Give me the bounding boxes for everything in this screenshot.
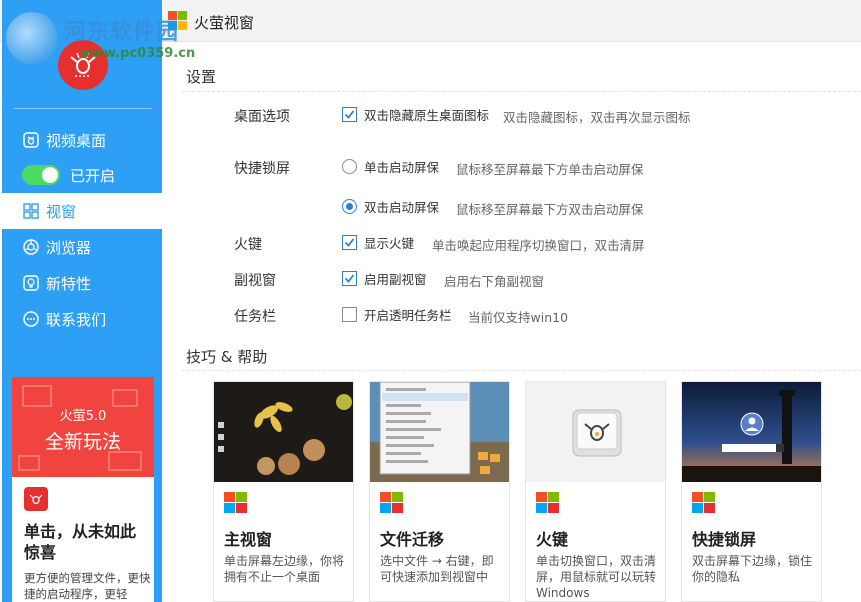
windows-logo-icon (692, 492, 718, 516)
sub-window-hint: 启用右下角副视窗 (444, 274, 545, 289)
window-title: 火萤视窗 (194, 14, 255, 32)
sidebar-item-video-desktop[interactable]: 视频桌面 (2, 122, 162, 158)
option-label: 双击启动屏保 (364, 200, 440, 215)
card-description: 选中文件 → 右键，即可快速添加到视窗中 (380, 554, 494, 584)
taskbar-hint: 当前仅支持win10 (468, 310, 569, 325)
card-description: 单击切换窗口，双击清屏，用鼠标就可以玩转Windows (536, 554, 657, 600)
grid-icon (22, 202, 40, 220)
double-click-hint: 鼠标移至屏幕最下方双击启动屏保 (456, 202, 644, 217)
toggle-status-label: 已开启 (70, 167, 116, 185)
taskbar-label: 任务栏 (234, 309, 276, 325)
app-window: 河东软件园 www.pc0359.cn 火萤视窗 视频桌面 已开启 视窗 浏览器… (0, 0, 861, 602)
single-click-screensaver-option[interactable]: 单击启动屏保 (342, 157, 439, 176)
card-title: 文件迁移 (380, 530, 445, 549)
card-title: 火键 (536, 530, 569, 549)
settings-heading: 设置 (186, 68, 217, 86)
windows-logo-icon (380, 492, 406, 516)
video-desktop-toggle[interactable] (22, 165, 60, 185)
settings-divider (182, 91, 861, 92)
hotkey-label: 火键 (234, 237, 262, 253)
promo-card[interactable]: 火萤5.0 全新玩法 单击，从未如此惊喜 更方便的管理文件，更快捷的启动程序，更… (12, 377, 154, 602)
quick-lock-label: 快捷锁屏 (234, 161, 290, 177)
help-card-hotkey[interactable]: 火键 单击切换窗口，双击清屏，用鼠标就可以玩转Windows (525, 381, 666, 602)
single-click-hint: 鼠标移至屏幕最下方单击启动屏保 (456, 162, 644, 177)
card-description: 双击屏幕下边缘，锁住你的隐私 (692, 554, 813, 584)
sidebar-item-label: 浏览器 (46, 238, 92, 257)
windows-logo-icon (168, 11, 188, 31)
promo-logo-icon (24, 487, 48, 511)
main-window-thumbnail (214, 382, 353, 482)
sidebar: 视频桌面 已开启 视窗 浏览器 新特性 联系我们 火萤5.0 全新玩法 单击，从… (2, 0, 162, 602)
app-logo-icon (58, 40, 108, 90)
card-description: 单击屏幕左边缘，你将拥有不止一个桌面 (224, 554, 345, 584)
promo-banner-line2: 全新玩法 (44, 431, 121, 453)
help-card-quick-lock[interactable]: 快捷锁屏 双击屏幕下边缘，锁住你的隐私 (681, 381, 822, 602)
hide-desktop-icons-option[interactable]: 双击隐藏原生桌面图标 (342, 105, 489, 124)
single-click-screensaver-radio[interactable] (342, 159, 357, 174)
sub-window-label: 副视窗 (234, 273, 276, 289)
option-label: 显示火键 (364, 236, 415, 251)
show-hotkey-checkbox[interactable] (342, 235, 357, 250)
hotkey-thumbnail (526, 382, 665, 482)
hide-desktop-icons-checkbox[interactable] (342, 107, 357, 122)
double-click-screensaver-radio[interactable] (342, 199, 357, 214)
help-divider (182, 370, 861, 371)
windows-logo-icon (224, 492, 250, 516)
card-title: 主视窗 (224, 530, 273, 549)
transparent-taskbar-checkbox[interactable] (342, 307, 357, 322)
chat-icon (22, 310, 40, 328)
option-label: 双击隐藏原生桌面图标 (364, 108, 490, 123)
sidebar-divider (14, 108, 152, 109)
option-label: 启用副视窗 (364, 272, 427, 287)
lightbulb-icon (22, 274, 40, 292)
file-migration-thumbnail (370, 382, 509, 482)
card-title: 快捷锁屏 (692, 530, 757, 549)
help-card-main-window[interactable]: 主视窗 单击屏幕左边缘，你将拥有不止一个桌面 (213, 381, 354, 602)
help-heading: 技巧 & 帮助 (186, 348, 268, 366)
sidebar-item-window[interactable]: 视窗 (2, 193, 162, 229)
enable-sub-window-checkbox[interactable] (342, 271, 357, 286)
option-label: 开启透明任务栏 (364, 308, 452, 323)
quick-lock-thumbnail (682, 382, 821, 482)
windows-logo-icon (536, 492, 562, 516)
double-click-screensaver-option[interactable]: 双击启动屏保 (342, 197, 439, 216)
browser-icon (22, 238, 40, 256)
desktop-options-label: 桌面选项 (234, 109, 290, 125)
promo-description: 更方便的管理文件，更快捷的启动程序，更轻 (24, 571, 151, 601)
hotkey-hint: 单击唤起应用程序切换窗口，双击清屏 (432, 238, 645, 253)
promo-title: 单击，从未如此惊喜 (24, 522, 137, 562)
promo-banner-line1: 火萤5.0 (59, 409, 107, 424)
help-card-file-migration[interactable]: 文件迁移 选中文件 → 右键，即可快速添加到视窗中 (369, 381, 510, 602)
sidebar-item-label: 联系我们 (46, 310, 107, 329)
video-desktop-icon (22, 131, 40, 149)
option-label: 单击启动屏保 (364, 160, 440, 175)
sidebar-item-new-features[interactable]: 新特性 (2, 265, 162, 301)
promo-banner: 火萤5.0 全新玩法 (12, 377, 154, 477)
transparent-taskbar-option[interactable]: 开启透明任务栏 (342, 305, 452, 324)
sidebar-item-label: 视窗 (46, 202, 77, 221)
sidebar-item-browser[interactable]: 浏览器 (2, 229, 162, 265)
enable-sub-window-option[interactable]: 启用副视窗 (342, 269, 427, 288)
sidebar-item-label: 视频桌面 (46, 131, 107, 150)
sidebar-item-contact[interactable]: 联系我们 (2, 301, 162, 337)
sidebar-item-label: 新特性 (46, 274, 92, 293)
desktop-options-hint: 双击隐藏图标，双击再次显示图标 (503, 110, 691, 125)
show-hotkey-option[interactable]: 显示火键 (342, 233, 414, 252)
